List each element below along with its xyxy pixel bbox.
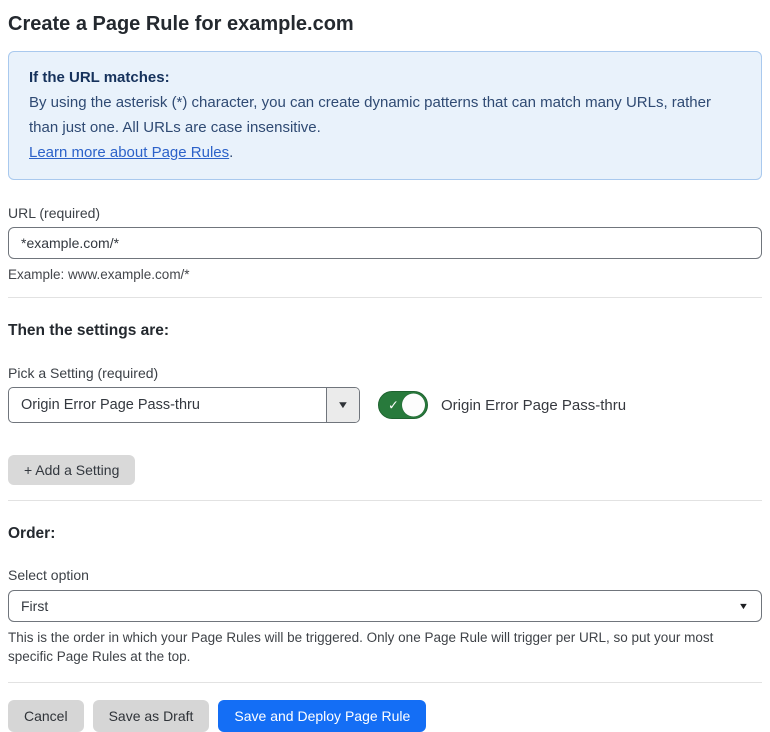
add-setting-button[interactable]: + Add a Setting xyxy=(8,455,136,485)
chevron-down-icon: ▼ xyxy=(737,601,750,611)
page-rule-form: Create a Page Rule for example.com If th… xyxy=(0,0,770,732)
section-divider xyxy=(8,297,762,298)
url-field-label: URL (required) xyxy=(8,205,101,221)
cancel-button[interactable]: Cancel xyxy=(8,700,84,732)
save-as-draft-button[interactable]: Save as Draft xyxy=(92,700,210,732)
pick-setting-label: Pick a Setting (required) xyxy=(8,365,159,381)
info-box-link-line: Learn more about Page Rules. xyxy=(29,140,741,165)
footer-actions: Cancel Save as Draft Save and Deploy Pag… xyxy=(8,700,762,732)
check-icon: ✓ xyxy=(388,397,399,413)
setting-select-dropdown[interactable]: Origin Error Page Pass-thru ▼ xyxy=(8,387,360,423)
info-box-body: By using the asterisk (*) character, you… xyxy=(29,94,711,136)
url-input[interactable] xyxy=(8,227,762,259)
order-selected-value: First xyxy=(21,598,49,614)
info-box-heading: If the URL matches: xyxy=(29,69,170,86)
setting-row: Origin Error Page Pass-thru ▼ ✓ Origin E… xyxy=(8,387,762,423)
toggle-knob xyxy=(402,393,425,417)
url-example-helper: Example: www.example.com/* xyxy=(8,267,190,282)
section-divider xyxy=(8,500,762,501)
link-period: . xyxy=(229,144,234,161)
chevron-down-icon: ▼ xyxy=(336,399,350,411)
footer-divider xyxy=(8,682,762,683)
learn-more-link[interactable]: Learn more about Page Rules xyxy=(29,144,229,161)
select-option-label: Select option xyxy=(8,567,89,583)
settings-section-heading: Then the settings are: xyxy=(8,322,170,339)
toggle-label: Origin Error Page Pass-thru xyxy=(441,396,627,414)
url-match-info-box: If the URL matches: By using the asteris… xyxy=(8,51,762,180)
order-select[interactable]: First ▼ xyxy=(8,590,762,622)
save-and-deploy-button[interactable]: Save and Deploy Page Rule xyxy=(218,700,427,732)
order-helper-text: This is the order in which your Page Rul… xyxy=(8,630,714,664)
dropdown-arrow-button[interactable]: ▼ xyxy=(326,388,359,422)
setting-toggle[interactable]: ✓ xyxy=(378,391,428,419)
setting-selected-value: Origin Error Page Pass-thru xyxy=(21,397,200,413)
order-section-heading: Order: xyxy=(8,525,56,542)
page-title: Create a Page Rule for example.com xyxy=(8,13,354,35)
